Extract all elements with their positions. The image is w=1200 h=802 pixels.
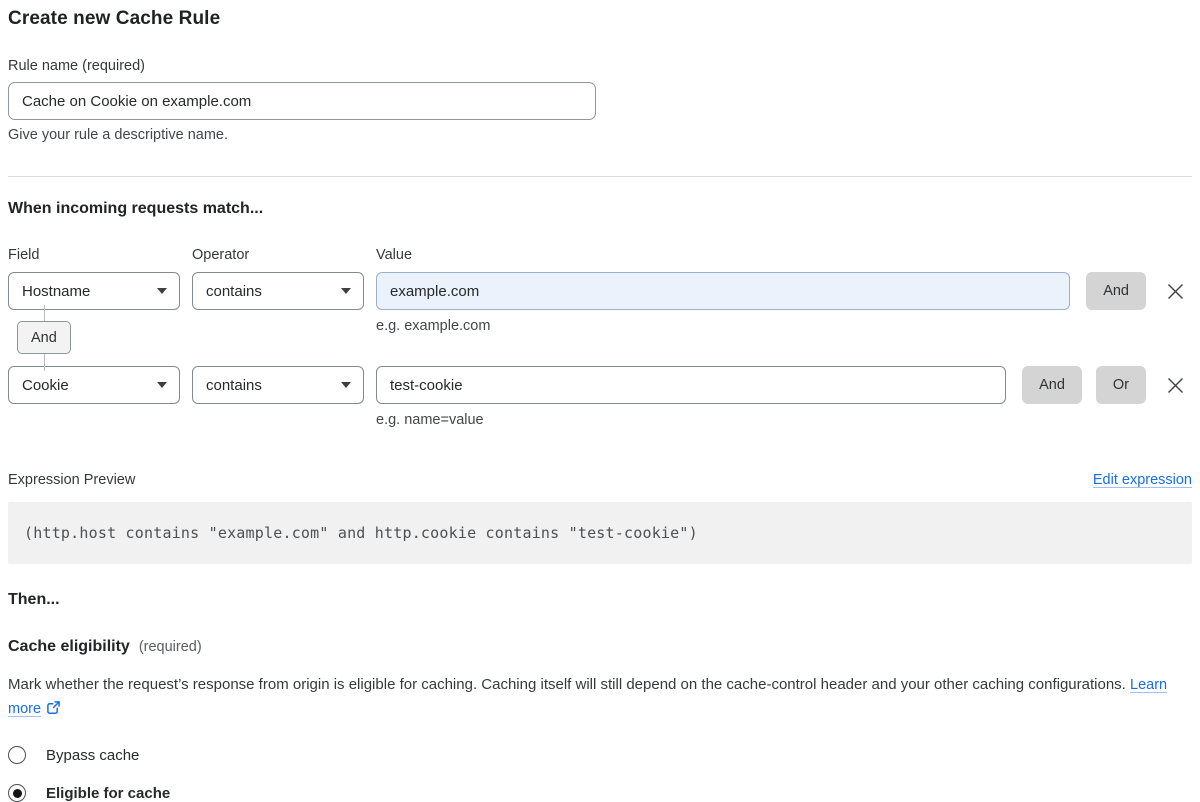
field-select-2[interactable]: Cookie [8,366,180,404]
operator-select-2-value: contains [206,377,262,394]
condition-row-1: Hostname contains And [8,272,1192,310]
field-select-1-value: Hostname [22,283,90,300]
operator-select-1-value: contains [206,283,262,300]
then-heading: Then... [8,591,1192,609]
create-cache-rule-form: Create new Cache Rule Rule name (require… [0,0,1200,802]
value-column-label: Value [376,247,1192,263]
remove-condition-1-button[interactable] [1158,272,1192,310]
radio-label-bypass: Bypass cache [46,747,139,764]
expression-code-block: (http.host contains "example.com" and ht… [8,502,1192,564]
required-note: (required) [139,639,202,655]
chevron-down-icon [157,382,167,388]
field-select-2-value: Cookie [22,377,69,394]
close-icon [1167,377,1184,394]
and-button-row-2[interactable]: And [1022,366,1082,404]
cache-eligibility-header: Cache eligibility (required) [8,638,1192,656]
rule-name-input[interactable] [8,82,596,120]
close-icon [1167,283,1184,300]
between-conditions: And e.g. example.com [8,310,1192,366]
value-hint-1: e.g. example.com [376,318,490,334]
match-heading: When incoming requests match... [8,200,1192,218]
chevron-down-icon [341,288,351,294]
cache-eligibility-description: Mark whether the request’s response from… [8,673,1192,723]
description-text: Mark whether the request’s response from… [8,676,1126,693]
and-button-row-1[interactable]: And [1086,272,1146,310]
condition-column-labels: Field Operator Value [8,247,1192,263]
radio-unchecked-icon [8,746,26,764]
field-column-label: Field [8,247,180,263]
radio-label-eligible: Eligible for cache [46,785,170,802]
value-input-2[interactable] [376,366,1006,404]
page-title: Create new Cache Rule [8,8,1192,30]
expression-preview-header: Expression Preview Edit expression [8,472,1192,488]
remove-condition-2-button[interactable] [1158,366,1192,404]
expression-preview-label: Expression Preview [8,472,135,488]
condition-row-2: Cookie contains And Or [8,366,1192,404]
field-select-1[interactable]: Hostname [8,272,180,310]
chevron-down-icon [341,382,351,388]
cache-eligibility-title: Cache eligibility [8,638,130,656]
operator-select-2[interactable]: contains [192,366,364,404]
value-input-1[interactable] [376,272,1070,310]
edit-expression-link[interactable]: Edit expression [1093,472,1192,488]
section-divider [8,176,1192,177]
chevron-down-icon [157,288,167,294]
operator-column-label: Operator [192,247,364,263]
operator-select-1[interactable]: contains [192,272,364,310]
logic-connector-button[interactable]: And [17,321,71,354]
rule-name-help: Give your rule a descriptive name. [8,127,1192,143]
rule-name-label: Rule name (required) [8,58,1192,74]
radio-option-eligible-for-cache[interactable]: Eligible for cache [8,784,1192,802]
radio-checked-icon [8,784,26,802]
external-link-icon [46,699,61,723]
value-hint-2: e.g. name=value [376,412,1192,428]
or-button-row-2[interactable]: Or [1096,366,1146,404]
radio-option-bypass-cache[interactable]: Bypass cache [8,746,1192,764]
